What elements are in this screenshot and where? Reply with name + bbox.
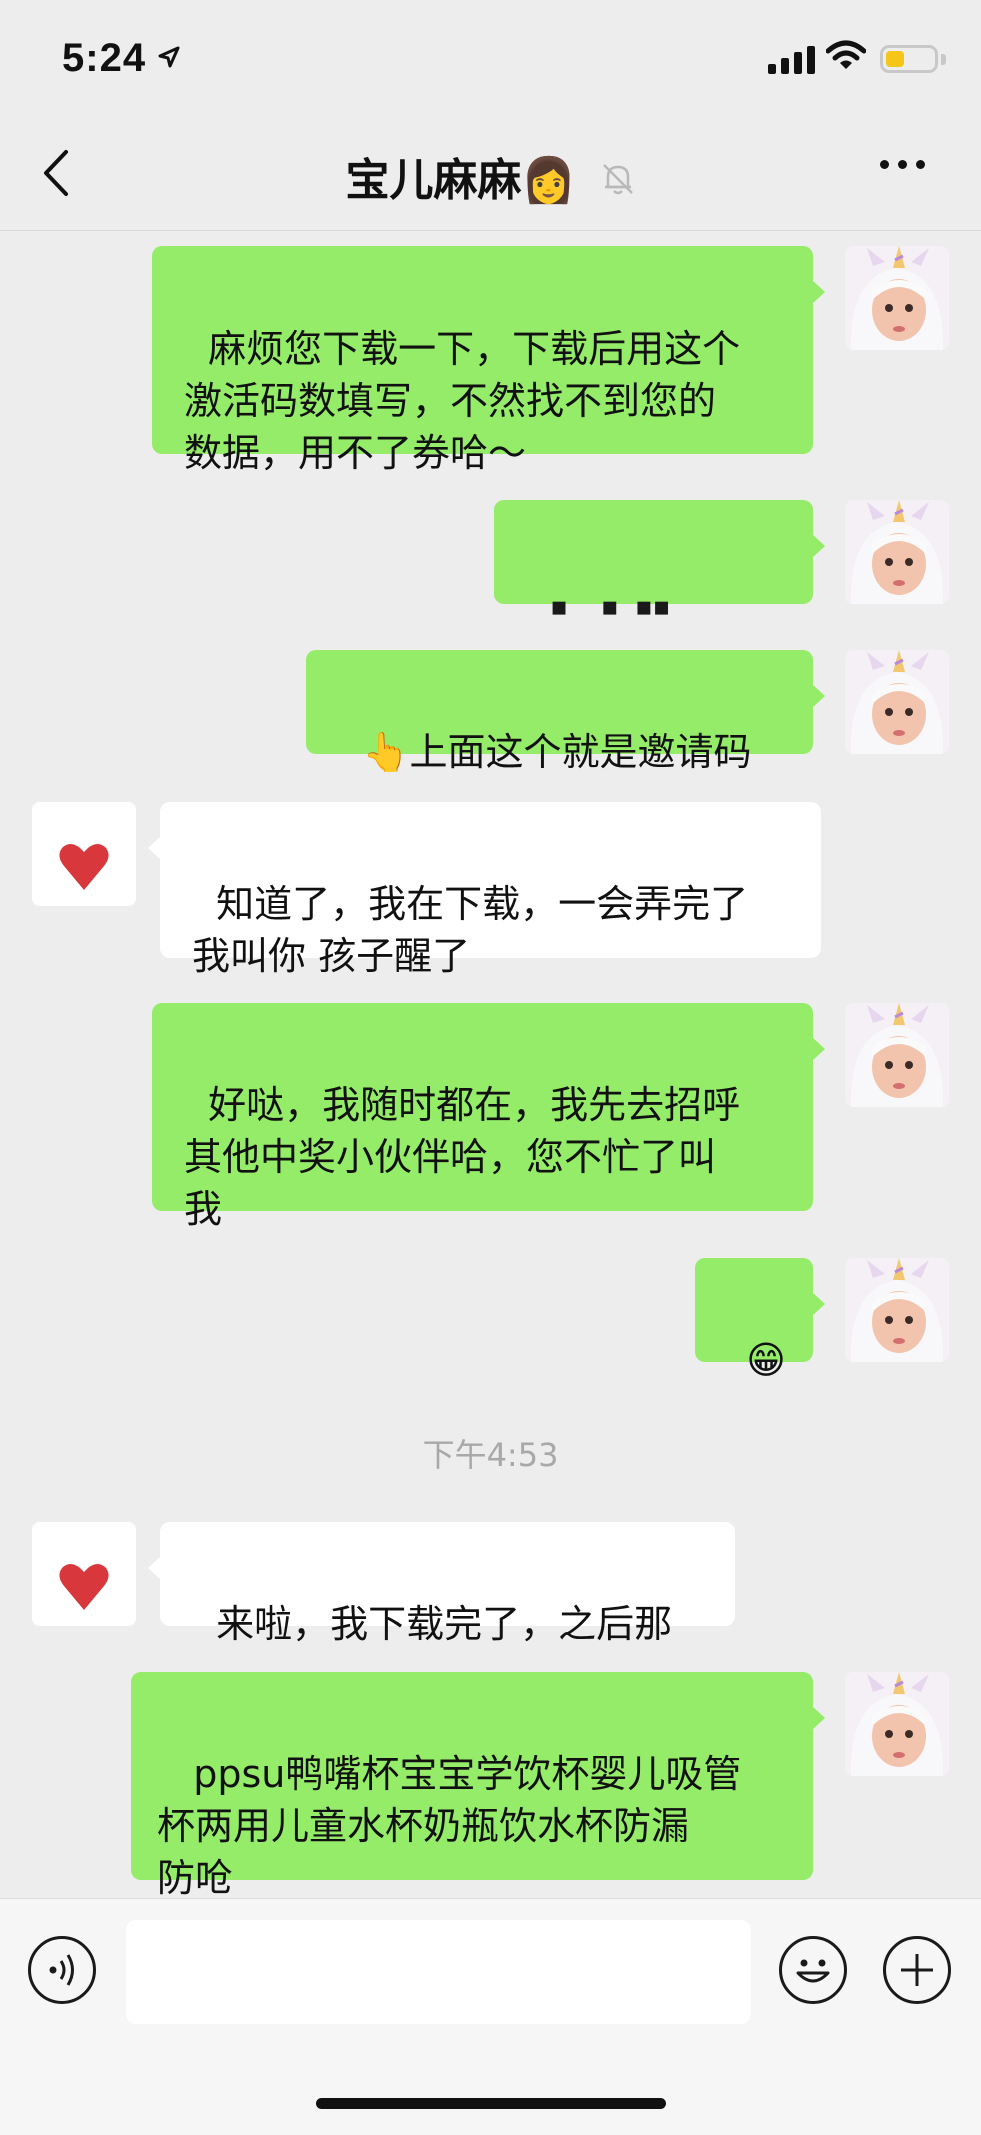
- contact-avatar[interactable]: [32, 1522, 136, 1626]
- message-text: 知道了，我在下载，一会弄完了 我叫你 孩子醒了: [192, 882, 749, 978]
- emoji-button[interactable]: [779, 1936, 847, 2004]
- message-bubble-received[interactable]: 知道了，我在下载，一会弄完了 我叫你 孩子醒了: [148, 802, 821, 978]
- unicorn-baby-avatar-icon: [845, 1672, 949, 1776]
- battery-icon: [880, 45, 938, 73]
- message-text: 👆上面这个就是邀请码: [362, 730, 752, 774]
- my-avatar[interactable]: [845, 246, 949, 350]
- battery-nub: [941, 54, 946, 65]
- home-indicator[interactable]: [316, 2098, 666, 2109]
- my-avatar[interactable]: [845, 1258, 949, 1362]
- message-bubble-sent[interactable]: 好哒，我随时都在，我先去招呼 其他中奖小伙伴哈，您不忙了叫 我: [152, 1003, 825, 1231]
- more-functions-button[interactable]: [883, 1936, 951, 2004]
- message-text-redacted: ▪ ▪ ▪▪: [550, 592, 671, 622]
- message-text: 好哒，我随时都在，我先去招呼 其他中奖小伙伴哈，您不忙了叫 我: [184, 1083, 741, 1231]
- message-bubble-sent[interactable]: 👆上面这个就是邀请码: [306, 650, 825, 774]
- unicorn-baby-avatar-icon: [845, 650, 949, 754]
- red-heart-avatar-icon: [32, 802, 136, 906]
- voice-input-button[interactable]: [28, 1936, 96, 2004]
- unicorn-baby-avatar-icon: [845, 500, 949, 604]
- plus-icon: [901, 1954, 933, 1986]
- chat-title: 宝儿麻麻👩: [0, 144, 981, 208]
- message-bubble-sent[interactable]: 😁: [695, 1258, 825, 1382]
- message-input[interactable]: [126, 1920, 751, 2024]
- message-bubble-sent[interactable]: 麻烦您下载一下，下载后用这个 激活码数填写，不然找不到您的 数据，用不了券哈～: [152, 246, 825, 475]
- message-text: 来啦，我下载完了，之后那: [216, 1602, 673, 1646]
- my-avatar[interactable]: [845, 500, 949, 604]
- chat-title-text: 宝儿麻麻👩: [345, 155, 577, 206]
- message-timestamp: 下午4:53: [422, 1436, 559, 1474]
- my-avatar[interactable]: [845, 650, 949, 754]
- message-bubble-sent[interactable]: ppsu鸭嘴杯宝宝学饮杯婴儿吸管 杯两用儿童水杯奶瓶饮水杯防漏 防呛: [131, 1672, 825, 1900]
- unicorn-baby-avatar-icon: [845, 1003, 949, 1107]
- status-time: 5:24: [62, 36, 147, 80]
- more-options-button[interactable]: [880, 160, 925, 169]
- my-avatar[interactable]: [845, 1672, 949, 1776]
- red-heart-avatar-icon: [32, 1522, 136, 1626]
- unicorn-baby-avatar-icon: [845, 246, 949, 350]
- message-bubble-sent[interactable]: ▪ ▪ ▪▪: [494, 500, 825, 622]
- location-arrow-icon: [158, 46, 180, 68]
- message-emoji: 😁: [746, 1338, 786, 1382]
- wifi-icon: [826, 40, 866, 69]
- message-text: 麻烦您下载一下，下载后用这个 激活码数填写，不然找不到您的 数据，用不了券哈～: [184, 327, 741, 475]
- voice-wave-icon: [49, 1954, 74, 1986]
- my-avatar[interactable]: [845, 1003, 949, 1107]
- message-bubble-received[interactable]: 来啦，我下载完了，之后那: [148, 1522, 735, 1646]
- cellular-signal-icon: [768, 44, 815, 74]
- bell-slash-icon: [602, 164, 633, 195]
- smiley-icon: [796, 1959, 830, 1983]
- unicorn-baby-avatar-icon: [845, 1258, 949, 1362]
- contact-avatar[interactable]: [32, 802, 136, 906]
- message-text: ppsu鸭嘴杯宝宝学饮杯婴儿吸管 杯两用儿童水杯奶瓶饮水杯防漏 防呛: [157, 1752, 742, 1900]
- nav-divider: [0, 230, 981, 231]
